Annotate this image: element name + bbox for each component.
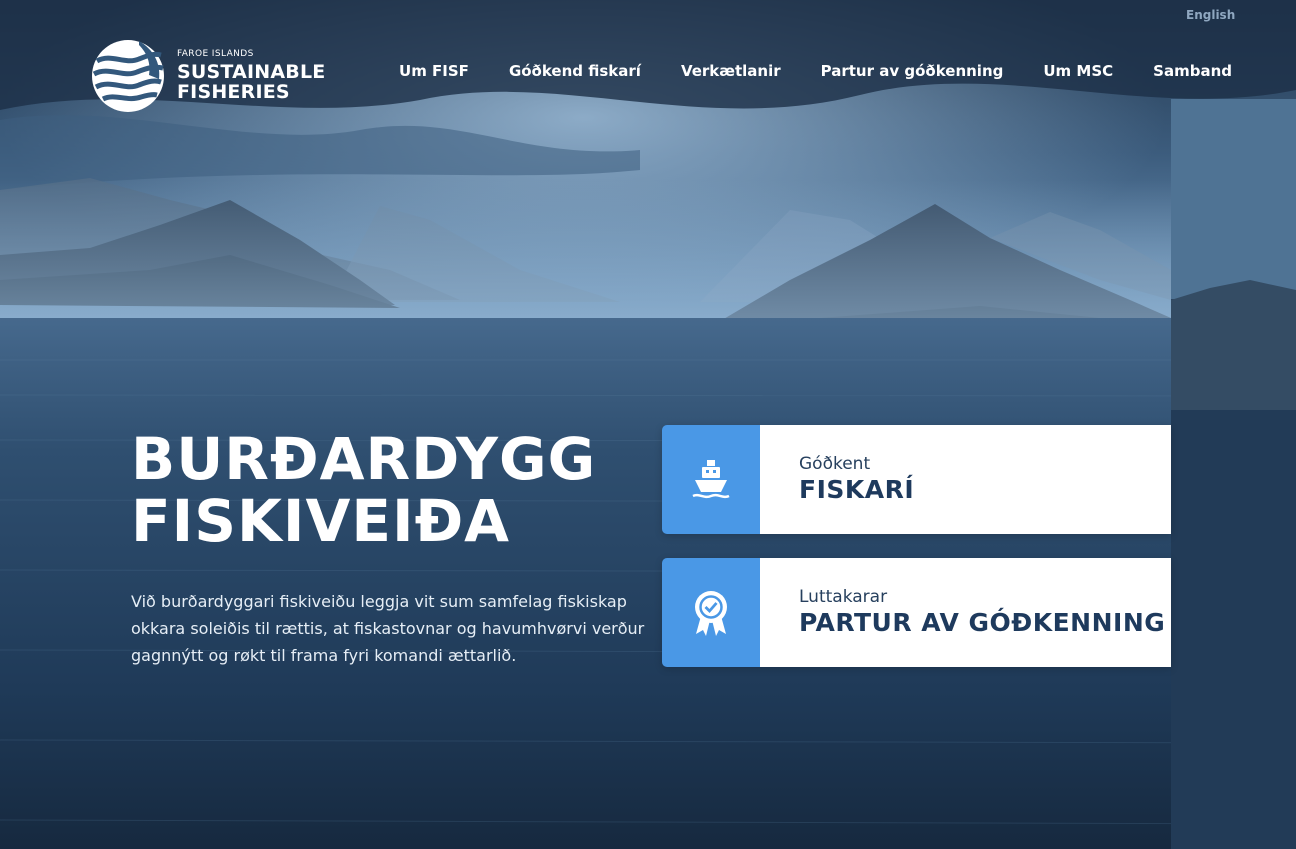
card-subtitle: Góðkent [799,453,871,474]
card-certification-participants[interactable]: Luttakarar PARTUR AV GÓÐKENNING [662,558,1171,667]
award-badge-icon [695,590,727,636]
nav-item-um-msc[interactable]: Um MSC [1043,62,1113,80]
card-icon-panel [662,425,760,534]
card-certified-fishery[interactable]: Góðkent FISKARÍ [662,425,1171,534]
logo-title-line2: FISHERIES [177,80,290,103]
language-link-english[interactable]: English [1186,8,1235,22]
card-title: PARTUR AV GÓÐKENNING [799,607,1166,637]
logo-subtitle: FAROE ISLANDS [177,48,254,59]
hero-description: Við burðardyggari fiskiveiðu leggja vit … [131,592,645,665]
card-icon-panel [662,558,760,667]
nav-item-godkend-fiskari[interactable]: Góðkend fiskarí [509,62,641,80]
hero-title-line2: FISKIVEIÐA [131,487,511,555]
logo-text: FAROE ISLANDS SUSTAINABLE FISHERIES [177,48,326,103]
hero-title-line1: BURÐARDYGG [131,425,597,493]
nav-item-um-fisf[interactable]: Um FISF [399,62,469,80]
ship-icon [692,459,730,498]
card-body: Góðkent FISKARÍ [760,425,1171,534]
nav-item-verkaetlanir[interactable]: Verkætlanir [681,62,781,80]
card-title: FISKARÍ [799,474,915,504]
card-subtitle: Luttakarar [799,586,888,607]
site-logo[interactable]: FAROE ISLANDS SUSTAINABLE FISHERIES [91,38,331,114]
nav-item-partur-av-godkenning[interactable]: Partur av góðkenning [821,62,1004,80]
nav-item-samband[interactable]: Samband [1153,62,1232,80]
logo-title-line1: SUSTAINABLE [177,60,326,83]
card-body: Luttakarar PARTUR AV GÓÐKENNING [760,558,1171,667]
logo-fish-wave-icon [92,40,164,112]
main-navigation: Um FISF Góðkend fiskarí Verkætlanir Part… [399,62,1232,80]
hero-title: BURÐARDYGG FISKIVEIÐA [131,428,596,552]
